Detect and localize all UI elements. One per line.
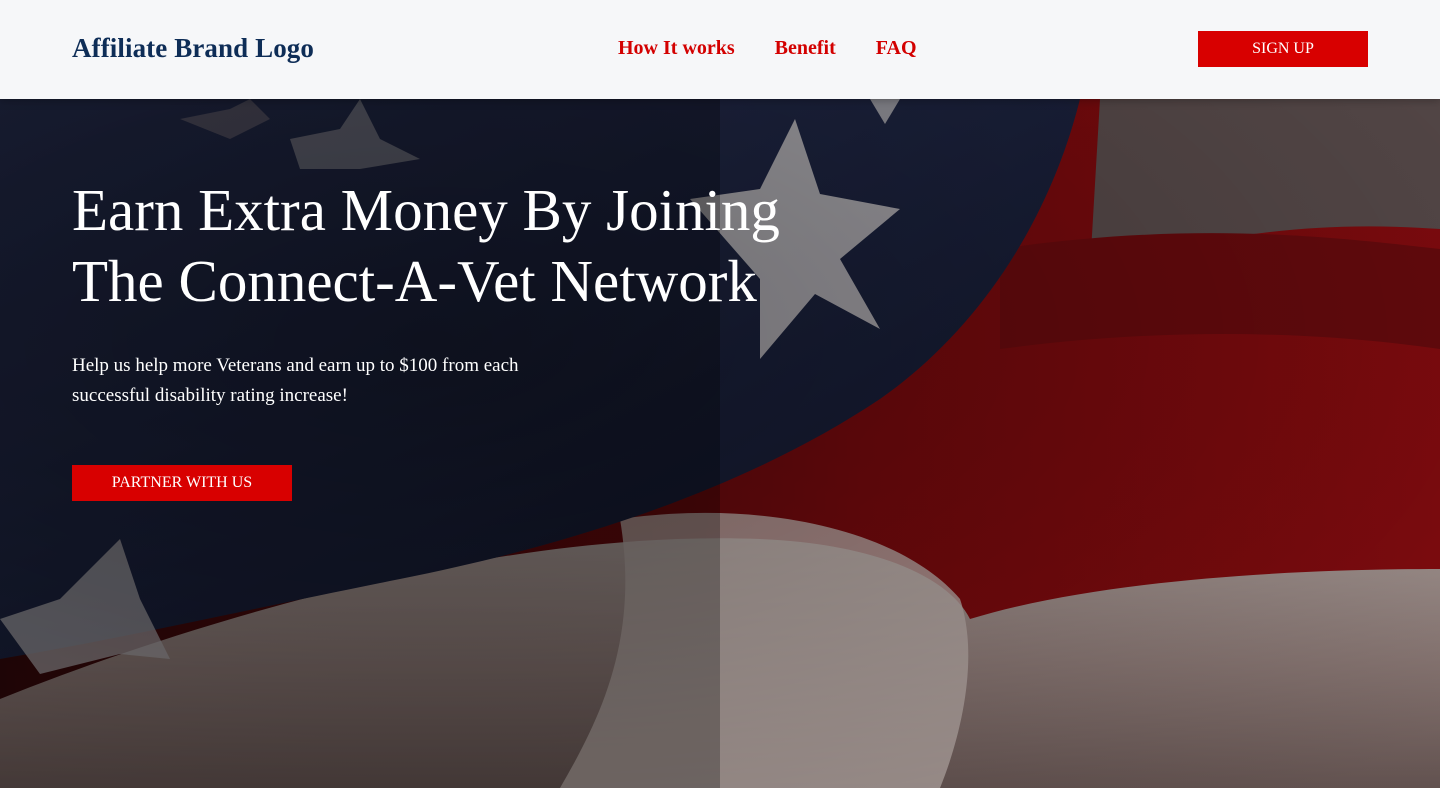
hero-headline-line-2: The Connect-A-Vet Network <box>72 248 757 314</box>
hero-subtext-line-2: successful disability rating increase! <box>72 385 348 406</box>
partner-with-us-button[interactable]: PARTNER WITH US <box>72 465 292 501</box>
hero-headline: Earn Extra Money By Joining The Connect-… <box>72 175 852 317</box>
nav-link-faq[interactable]: FAQ <box>876 37 917 60</box>
hero-content: Earn Extra Money By Joining The Connect-… <box>72 175 852 501</box>
hero-headline-line-1: Earn Extra Money By Joining <box>72 177 780 243</box>
main-nav: How It works Benefit FAQ <box>618 37 957 60</box>
hero-section: Earn Extra Money By Joining The Connect-… <box>0 99 1440 788</box>
hero-subtext: Help us help more Veterans and earn up t… <box>72 351 572 411</box>
nav-link-how-it-works[interactable]: How It works <box>618 37 735 60</box>
sign-up-button[interactable]: SIGN UP <box>1198 31 1368 67</box>
brand-logo[interactable]: Affiliate Brand Logo <box>72 33 314 64</box>
hero-subtext-line-1: Help us help more Veterans and earn up t… <box>72 355 519 376</box>
top-navigation-bar: Affiliate Brand Logo How It works Benefi… <box>0 0 1440 99</box>
nav-link-benefit[interactable]: Benefit <box>775 37 836 60</box>
